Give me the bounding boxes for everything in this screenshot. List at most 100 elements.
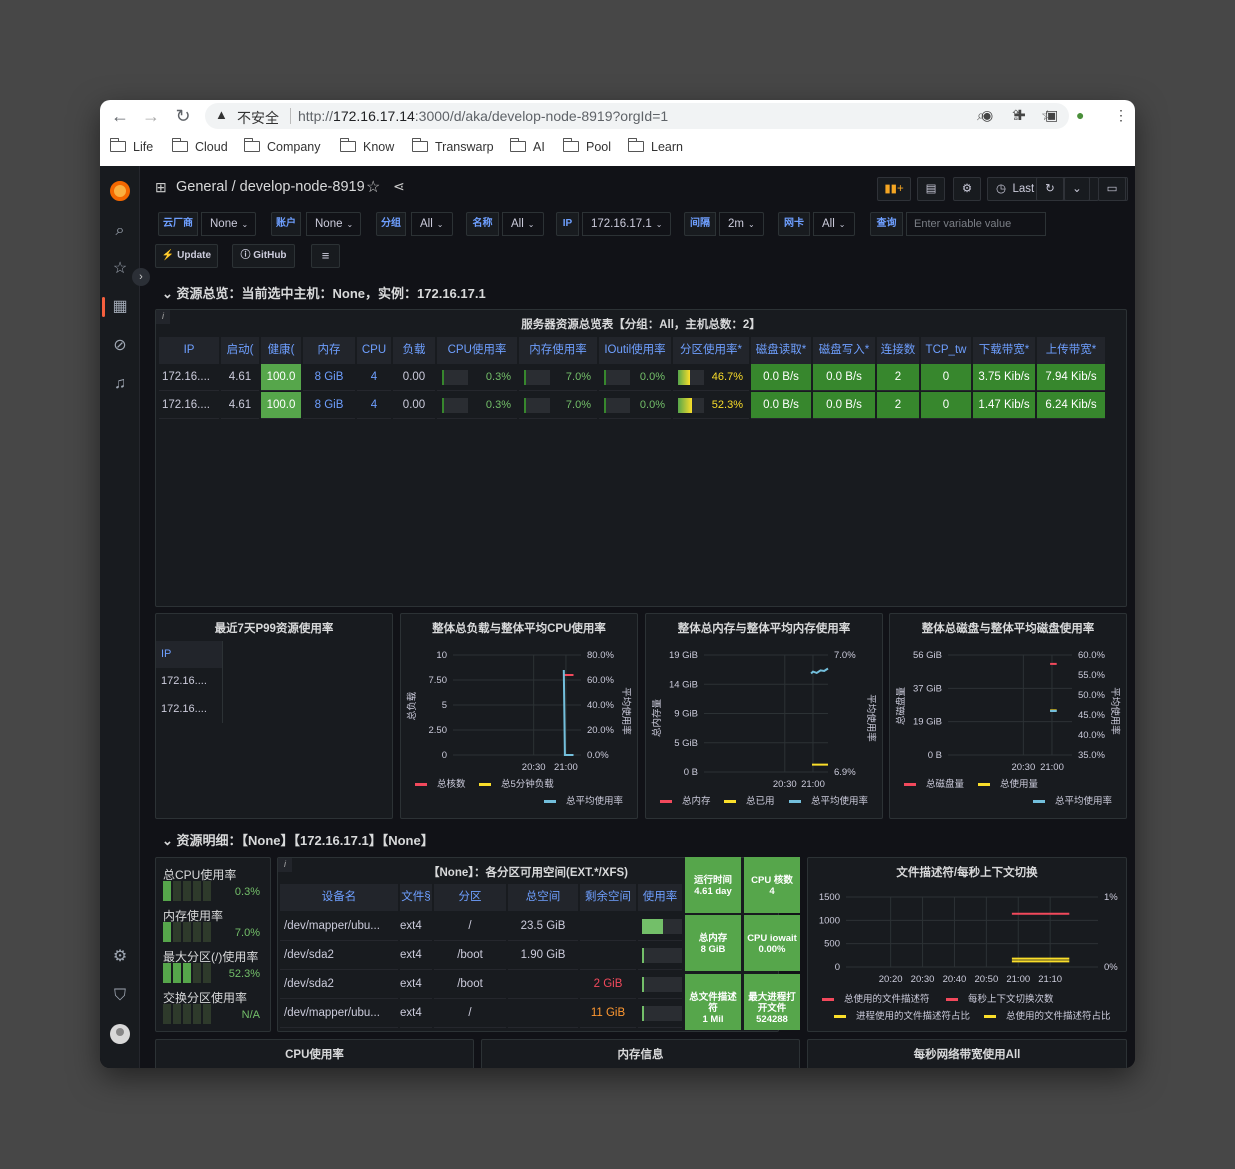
table-header[interactable]: 设备名 <box>280 884 398 911</box>
explore-icon[interactable]: ⊘ <box>110 336 130 356</box>
var-select-cloud[interactable]: None ⌄ <box>201 212 256 236</box>
table-header[interactable]: IOutil使用率 <box>599 337 671 364</box>
puzzle-icon[interactable]: ✚ <box>1014 107 1026 124</box>
table-header[interactable]: 健康( <box>261 337 301 364</box>
var-select-interval[interactable]: 2m ⌄ <box>719 212 764 236</box>
profile-icon[interactable]: ● <box>1076 107 1084 123</box>
refresh-button[interactable]: ↻ <box>1036 177 1064 201</box>
links-menu-button[interactable]: ≡ <box>311 244 340 268</box>
star-icon[interactable]: ☆ <box>366 177 380 197</box>
table-header[interactable]: 下载带宽* <box>973 337 1035 364</box>
table-header[interactable]: 总空间 <box>508 884 578 911</box>
breadcrumb[interactable]: General / develop-node-8919 <box>176 179 365 195</box>
bookmark-folder[interactable]: Life <box>109 138 153 154</box>
dashboards-icon[interactable]: ▦ <box>110 297 130 317</box>
y-tick-label: 5 GiB <box>674 738 698 749</box>
chevron-right-icon[interactable]: › <box>132 268 150 286</box>
add-panel-button[interactable]: ▮▮+ <box>877 177 911 201</box>
legend-swatch <box>834 1015 846 1018</box>
bookmark-folder[interactable]: AI <box>509 138 545 154</box>
var-select-group[interactable]: All ⌄ <box>411 212 453 236</box>
extension-icon[interactable]: ◉ <box>981 107 993 124</box>
load-cpu-chart: 10 7.50 5 2.50 0 80.0% 60.0% 40.0% 20.0% 0.0% 20:3… <box>406 650 632 807</box>
stat-value: 8 GiB <box>700 944 726 955</box>
bookmark-folder[interactable]: Pool <box>562 138 611 154</box>
table-header[interactable]: 负载 <box>393 337 435 364</box>
table-header[interactable]: 内存 <box>303 337 355 364</box>
gear-icon[interactable]: ⚙ <box>110 947 130 967</box>
table-header[interactable]: CPU <box>357 337 391 364</box>
table-header[interactable]: 内存使用率 <box>519 337 597 364</box>
stat-value: 524288 <box>756 1014 788 1025</box>
alerting-icon[interactable]: ♫ <box>110 374 130 394</box>
share-icon[interactable]: ⋖ <box>393 178 405 195</box>
update-link-button[interactable]: ⚡ Update <box>155 244 218 268</box>
level-blocks <box>163 1004 213 1024</box>
var-select-ip[interactable]: 172.16.17.1 ⌄ <box>582 212 671 236</box>
table-header[interactable]: TCP_tw <box>921 337 971 364</box>
table-cell: 0 <box>921 392 971 419</box>
stat-tile[interactable]: 总文件描述符 1 Mil <box>685 974 741 1030</box>
table-header[interactable]: IP <box>159 337 219 364</box>
row-detail-title[interactable]: ⌄ 资源明细：【None】【172.16.17.1】【None】 <box>162 830 434 849</box>
github-link-button[interactable]: ⓘ GitHub <box>232 244 295 268</box>
var-select-account[interactable]: None ⌄ <box>306 212 361 236</box>
stat-tile[interactable]: CPU 核数 4 <box>744 857 800 913</box>
table-header[interactable]: 分区 <box>434 884 506 911</box>
reload-icon[interactable]: ↻ <box>171 106 195 127</box>
var-query-input[interactable]: Enter variable value <box>906 212 1046 236</box>
row-overview-title[interactable]: ⌄ 资源总览：当前选中主机：None，实例：172.16.17.1 <box>162 283 486 302</box>
y-tick-label: 7.50 <box>429 675 448 686</box>
forward-icon[interactable]: → <box>139 106 163 127</box>
settings-button[interactable]: ⚙ <box>953 177 981 201</box>
starred-icon[interactable]: ☆ <box>110 259 130 279</box>
table-header[interactable]: CPU使用率 <box>437 337 517 364</box>
var-select-name[interactable]: All ⌄ <box>502 212 544 236</box>
stat-tile[interactable]: 总内存 8 GiB <box>685 915 741 971</box>
table-cell: 172.16.... <box>159 364 219 391</box>
sidepanel-icon[interactable]: ▣ <box>1045 107 1058 124</box>
menu-icon[interactable]: ⋮ <box>1114 107 1128 124</box>
table-cell: / <box>434 912 506 941</box>
avatar[interactable] <box>110 1024 130 1044</box>
var-select-nic[interactable]: All ⌄ <box>813 212 855 236</box>
table-header[interactable]: 启动( <box>221 337 259 364</box>
var-label: 查询 <box>870 212 903 236</box>
table-cell <box>638 970 682 999</box>
legend-label: 进程使用的文件描述符占比 <box>856 1010 970 1022</box>
stat-tile[interactable]: 运行时间 4.61 day <box>685 857 741 913</box>
address-bar[interactable]: ▲ 不安全 http://172.16.17.14:3000/d/aka/dev… <box>205 103 1069 129</box>
p99-header-ip[interactable]: IP <box>156 641 222 668</box>
back-icon[interactable]: ← <box>108 106 132 127</box>
bookmark-folder[interactable]: Learn <box>627 138 683 154</box>
table-header[interactable]: 分区使用率* <box>673 337 749 364</box>
search-icon[interactable]: ⌕ <box>110 221 130 241</box>
insecure-label: 不安全 <box>237 110 279 126</box>
table-header[interactable]: 连接数 <box>877 337 919 364</box>
save-button[interactable]: ▤ <box>917 177 945 201</box>
stat-tile[interactable]: CPU iowait 0.00% <box>744 915 800 971</box>
y-tick-label: 37 GiB <box>913 683 942 694</box>
table-cell: 4.61 <box>221 364 259 391</box>
bookmark-folder[interactable]: Transwarp <box>411 138 494 154</box>
browser-chrome: ← → ↻ ▲ 不安全 http://172.16.17.14:3000/d/a… <box>100 100 1135 166</box>
mini-stat-value: 52.3% <box>228 968 260 980</box>
stat-tile[interactable]: 最大进程打开文件 524288 <box>744 974 800 1030</box>
table-header[interactable]: 磁盘写入* <box>813 337 875 364</box>
tv-mode-button[interactable]: ▭ <box>1098 177 1126 201</box>
table-cell: 46.7% <box>673 364 749 391</box>
table-header[interactable]: 文件§ <box>400 884 432 911</box>
bookmark-folder[interactable]: Know <box>339 138 394 154</box>
refresh-interval-dropdown[interactable]: ⌄ <box>1064 177 1090 201</box>
grafana-logo-icon[interactable] <box>110 181 130 201</box>
level-block <box>183 881 191 901</box>
y-tick-label: 56 GiB <box>913 650 942 661</box>
table-header[interactable]: 使用率 <box>638 884 682 911</box>
table-header[interactable]: 上传带宽* <box>1037 337 1105 364</box>
x-tick-label: 21:10 <box>1038 974 1062 985</box>
table-header[interactable]: 磁盘读取* <box>751 337 811 364</box>
bookmark-folder[interactable]: Cloud <box>171 138 228 154</box>
bookmark-folder[interactable]: Company <box>243 138 321 154</box>
table-header[interactable]: 剩余空间 <box>580 884 636 911</box>
shield-icon[interactable]: ⛉ <box>110 986 130 1006</box>
